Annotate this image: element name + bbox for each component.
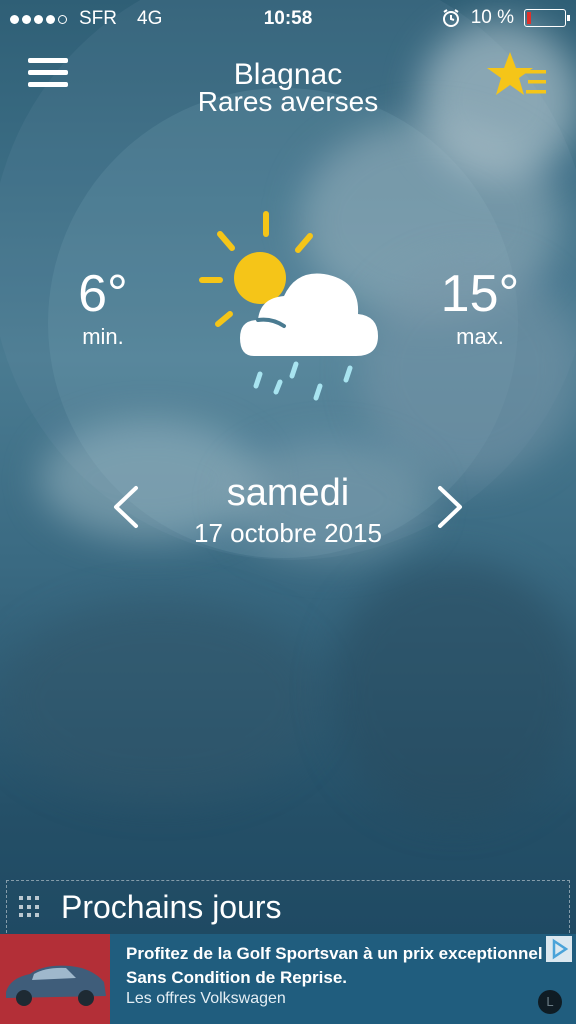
battery-icon (524, 9, 570, 27)
max-temperature: 15° max. (430, 268, 530, 350)
alarm-icon (442, 9, 459, 27)
max-temp-value: 15° (440, 265, 520, 323)
chevron-right-icon (438, 486, 462, 528)
min-temp-label: min. (82, 324, 124, 349)
background-cloud (0, 600, 320, 800)
ad-headline: Profitez de la Golf Sportsvan à un prix … (126, 944, 543, 987)
status-bar: SFR 4G 10:58 10 % (0, 0, 576, 38)
car-ad-image (0, 934, 110, 1024)
next-days-label: Prochains jours (61, 888, 282, 925)
max-temp-label: max. (456, 324, 504, 349)
favorites-list-button[interactable] (486, 50, 550, 100)
battery-percent: 10 % (470, 7, 514, 28)
next-days-panel[interactable]: Prochains jours (6, 880, 570, 933)
ad-subtext: Les offres Volkswagen (126, 990, 286, 1007)
status-right: 10 % (441, 7, 570, 29)
min-temperature: 6° min. (58, 268, 148, 350)
min-temp-value: 6° (78, 265, 128, 323)
ad-banner[interactable]: Profitez de la Golf Sportsvan à un prix … (0, 934, 576, 1024)
date-label: 17 octobre 2015 (194, 518, 382, 548)
day-label: samedi (226, 472, 350, 514)
background-cloud (330, 560, 576, 820)
drag-handle-icon[interactable] (19, 896, 41, 918)
next-day-arrow[interactable] (432, 484, 468, 530)
sun-cloud-rain-icon (199, 211, 378, 401)
ad-badge: L (538, 990, 562, 1014)
ad-choices-icon[interactable] (546, 936, 572, 962)
